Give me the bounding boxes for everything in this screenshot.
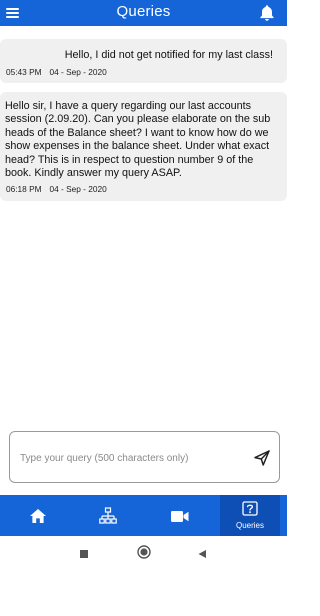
message-date: 04 - Sep - 2020: [49, 67, 107, 77]
nav-queries[interactable]: Queries: [220, 495, 280, 536]
send-icon: [254, 450, 270, 466]
message-time: 05:43 PM: [6, 67, 42, 77]
system-navigation-bar: [0, 536, 287, 616]
message-timestamp: 05:43 PM 04 - Sep - 2020: [6, 67, 107, 77]
query-composer: [9, 431, 280, 483]
send-button[interactable]: [253, 449, 271, 467]
video-camera-icon: [171, 511, 189, 522]
system-back-button[interactable]: [197, 546, 207, 558]
bell-icon: [260, 5, 274, 21]
home-icon: [30, 509, 46, 523]
square-recents-icon: [80, 550, 88, 558]
message-date: 04 - Sep - 2020: [49, 184, 107, 194]
query-input[interactable]: [20, 448, 240, 468]
recents-button[interactable]: [79, 546, 89, 558]
message-timestamp: 06:18 PM 04 - Sep - 2020: [6, 184, 107, 194]
question-icon: [242, 501, 258, 516]
nav-home[interactable]: [8, 495, 68, 536]
message-text: Hello sir, I have a query regarding our …: [5, 100, 271, 180]
system-home-button[interactable]: [137, 545, 151, 559]
message-text: Hello, I did not get notified for my las…: [64, 49, 273, 61]
nav-queries-label: Queries: [235, 521, 264, 530]
nav-video[interactable]: [150, 495, 210, 536]
triangle-back-icon: [198, 550, 206, 558]
app-bar: Queries: [0, 0, 287, 26]
nav-network[interactable]: [78, 495, 138, 536]
circle-home-icon: [137, 545, 151, 559]
message-bubble: Hello, I did not get notified for my las…: [0, 39, 287, 83]
message-time: 06:18 PM: [6, 184, 42, 194]
message-bubble: Hello sir, I have a query regarding our …: [0, 92, 287, 201]
page-title: Queries: [116, 3, 171, 20]
bottom-navigation: Queries: [0, 495, 287, 536]
notification-button[interactable]: [259, 4, 275, 22]
network-icon: [99, 507, 117, 524]
